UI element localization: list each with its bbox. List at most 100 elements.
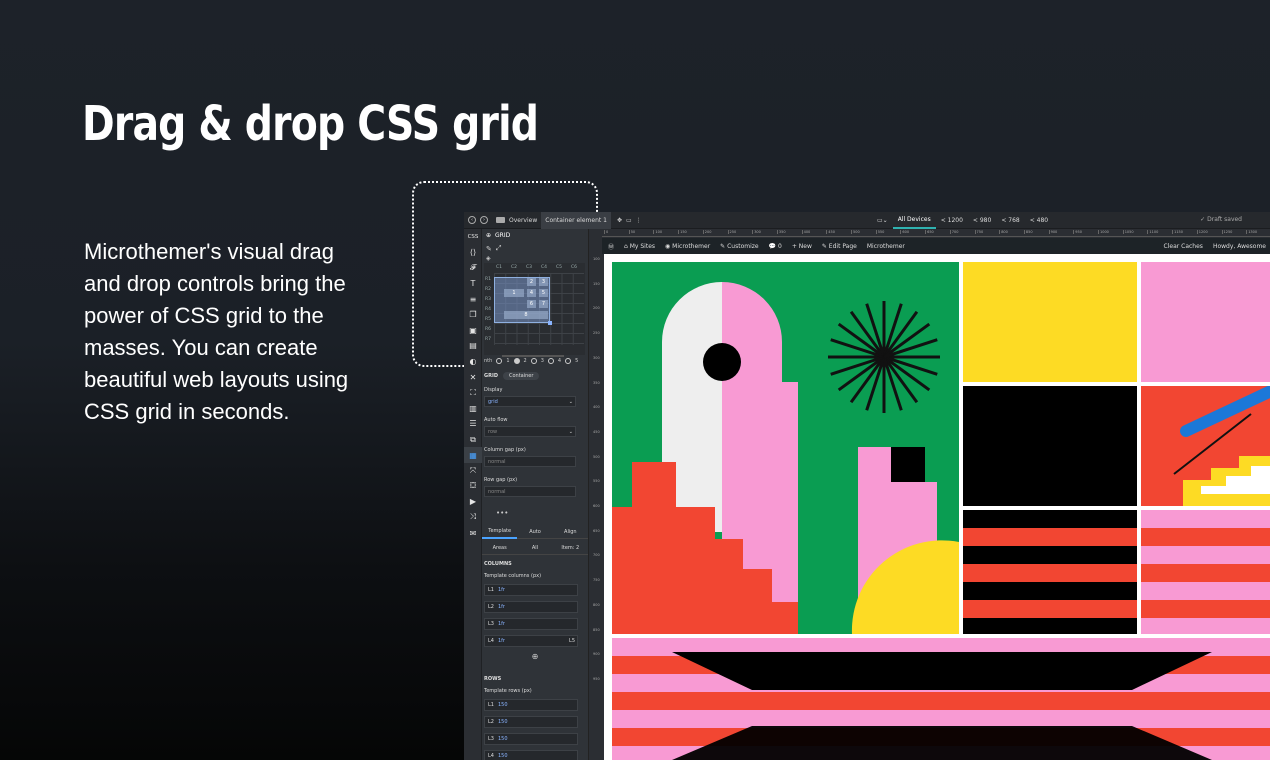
device-768[interactable]: < 768 <box>996 212 1024 229</box>
back-icon[interactable]: ‹ <box>468 216 476 224</box>
microthemer-link-2[interactable]: Microthemer <box>867 243 905 250</box>
row-line-2[interactable]: L2 150 <box>484 716 578 728</box>
image-icon[interactable]: ▣ <box>464 323 482 339</box>
grid-cell[interactable]: 2 <box>527 278 536 286</box>
ruler-tick: 1200 <box>1196 230 1208 234</box>
grid-cell[interactable]: 3 <box>539 278 548 286</box>
tab-auto[interactable]: Auto <box>517 525 553 539</box>
resize-handle[interactable] <box>548 321 552 325</box>
howdy-link[interactable]: Howdy, Awesome <box>1213 243 1266 250</box>
display-select[interactable]: grid ⌄ <box>484 396 576 407</box>
add-column-icon[interactable]: ⊕ <box>484 652 586 661</box>
column-line-4[interactable]: L4 1fr L5 <box>484 635 578 647</box>
art-tile-black[interactable] <box>963 386 1137 506</box>
art-tile-stripes-pink[interactable] <box>1141 510 1270 634</box>
folder-icon[interactable] <box>496 217 505 223</box>
paint-icon[interactable]: ◈ <box>486 255 491 262</box>
radio-3[interactable] <box>530 358 537 364</box>
column-line-2[interactable]: L2 1fr <box>484 601 578 613</box>
tools-icon[interactable]: ✕ <box>464 369 482 385</box>
gradient-icon[interactable]: ▤ <box>464 338 482 354</box>
ruler-tick: 400 <box>801 230 811 234</box>
rowgap-input[interactable]: normal <box>484 486 576 497</box>
art-tile-pink[interactable] <box>1141 262 1270 382</box>
device-980[interactable]: < 980 <box>968 212 996 229</box>
row-line-4[interactable]: L4 150 <box>484 750 578 760</box>
grid-cell[interactable]: 6 <box>527 300 536 308</box>
grid-scrollbar[interactable] <box>502 355 564 357</box>
tab-all[interactable]: All <box>517 541 552 554</box>
ruler-tick: 550 <box>593 479 600 484</box>
art-tile-green[interactable] <box>612 262 959 634</box>
position-icon[interactable]: ⛋ <box>464 479 482 495</box>
layers-icon[interactable]: ⧉ <box>464 432 482 448</box>
tab-overview[interactable]: Overview <box>505 212 541 229</box>
wordpress-icon[interactable]: Ⓦ <box>608 242 614 251</box>
code-icon[interactable]: ⟨⟩ <box>464 245 482 261</box>
pin-icon[interactable]: ✥ <box>617 217 622 224</box>
radio-2[interactable] <box>513 358 520 364</box>
ruler-tick: 1000 <box>1098 230 1109 234</box>
autoflow-select[interactable]: row ⌄ <box>484 426 576 437</box>
transform-icon[interactable]: ⤧ <box>464 463 482 479</box>
edit-page-link[interactable]: ✎ Edit Page <box>822 243 857 250</box>
container-pill[interactable]: Container <box>502 372 540 380</box>
forward-icon[interactable]: › <box>480 216 488 224</box>
tab-template[interactable]: Template <box>482 525 518 539</box>
list-icon[interactable]: ☰ <box>464 416 482 432</box>
device-picker-icon[interactable]: ▭⌄ <box>872 212 893 229</box>
column-line-1[interactable]: L1 1fr <box>484 584 578 596</box>
my-sites-link[interactable]: ⌂ My Sites <box>624 243 655 250</box>
comments-link[interactable]: 💬 0 <box>769 243 782 250</box>
art-tile-stripes-black[interactable] <box>963 510 1137 634</box>
more-icon[interactable]: ⋮ <box>636 217 642 224</box>
animation-icon[interactable]: ▶ <box>464 494 482 510</box>
message-icon[interactable]: ✉ <box>464 525 482 541</box>
add-icon[interactable]: ⊕ <box>486 232 491 239</box>
grid-cell[interactable]: 7 <box>539 300 548 308</box>
frame-icon[interactable]: ⛶ <box>464 385 482 401</box>
tab-item[interactable]: Item: 2 <box>553 541 588 554</box>
expand-icon[interactable]: ⤢ <box>496 244 502 253</box>
rows-heading: ROWS <box>484 676 502 682</box>
border-icon[interactable]: ▥ <box>464 401 482 417</box>
column-line-3[interactable]: L3 1fr <box>484 618 578 630</box>
radio-1[interactable] <box>496 358 503 364</box>
microthemer-link[interactable]: ◉ Microthemer <box>665 243 710 250</box>
customize-link[interactable]: ✎ Customize <box>720 243 758 250</box>
more-dots-icon[interactable]: ••• <box>496 509 508 517</box>
shadow-icon[interactable]: ❐ <box>464 307 482 323</box>
row-line-1[interactable]: L1 150 <box>484 699 578 711</box>
grid-icon[interactable]: ▦ <box>464 447 482 463</box>
device-1200[interactable]: < 1200 <box>936 212 968 229</box>
align-icon[interactable]: ≡ <box>464 291 482 307</box>
art-tile-yellow[interactable] <box>963 262 1137 382</box>
radio-5[interactable] <box>565 358 572 364</box>
radio-label: 3 <box>540 358 544 364</box>
radio-4[interactable] <box>547 358 554 364</box>
grid-cell[interactable]: 4 <box>527 289 536 297</box>
device-480[interactable]: < 480 <box>1025 212 1053 229</box>
tab-container-element[interactable]: Container element 1 <box>541 212 611 229</box>
clear-caches-link[interactable]: Clear Caches <box>1164 243 1203 250</box>
new-link[interactable]: + New <box>792 243 812 250</box>
grid-cell[interactable]: 1 <box>504 289 524 297</box>
tab-align[interactable]: Align <box>552 525 588 539</box>
font-icon[interactable]: 𝓕 <box>464 260 482 276</box>
shuffle-icon[interactable]: ⤨ <box>464 510 482 526</box>
contrast-icon[interactable]: ◐ <box>464 354 482 370</box>
row-line-3[interactable]: L3 150 <box>484 733 578 745</box>
text-icon[interactable]: T <box>464 276 482 292</box>
art-tile-red[interactable] <box>1141 386 1270 506</box>
device-all[interactable]: All Devices <box>892 212 936 229</box>
brush-icon[interactable]: ✎ <box>486 245 492 253</box>
tab-areas[interactable]: Areas <box>482 541 517 554</box>
monitor-icon[interactable]: ▭ <box>626 217 632 224</box>
grid-editor[interactable]: C1 C2 C3 C4 C5 C6 R1 R2 R3 R4 R5 R6 R7 2… <box>484 263 585 355</box>
css-tab[interactable]: CSS <box>464 229 482 245</box>
colgap-input[interactable]: normal <box>484 456 576 467</box>
art-tile-banner[interactable] <box>612 638 1270 760</box>
grid-cell[interactable]: 5 <box>539 289 548 297</box>
preview-canvas[interactable] <box>604 254 1270 760</box>
grid-cell[interactable]: 8 <box>504 311 548 319</box>
